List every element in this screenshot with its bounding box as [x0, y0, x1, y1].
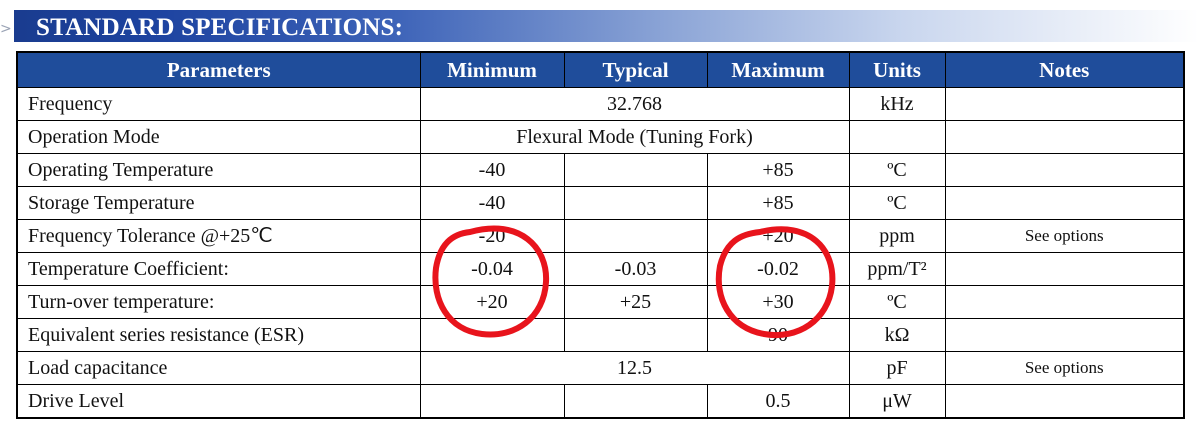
section-title: STANDARD SPECIFICATIONS:	[36, 14, 404, 41]
parameter-cell: Frequency	[16, 87, 421, 121]
notes-cell	[944, 186, 1185, 220]
table-row: Operating Temperature -40 +85 ºC	[16, 153, 1185, 187]
notes-cell	[944, 285, 1185, 319]
max-cell: +30	[706, 285, 850, 319]
specifications-table: Parameters Minimum Typical Maximum Units…	[16, 51, 1185, 419]
min-cell	[419, 384, 565, 419]
value-cell: Flexural Mode (Tuning Fork)	[419, 120, 850, 154]
max-cell: 90	[706, 318, 850, 352]
notes-cell: See options	[944, 351, 1185, 385]
parameter-cell: Drive Level	[16, 384, 421, 419]
notes-cell	[944, 252, 1185, 286]
min-cell	[419, 318, 565, 352]
max-cell: +85	[706, 153, 850, 187]
parameter-cell: Operating Temperature	[16, 153, 421, 187]
units-cell: ºC	[848, 285, 946, 319]
typ-cell	[563, 219, 708, 253]
notes-cell	[944, 87, 1185, 121]
parameter-cell: Load capacitance	[16, 351, 421, 385]
banner-arrow-icon: >	[0, 21, 12, 37]
min-cell: +20	[419, 285, 565, 319]
notes-cell	[944, 120, 1185, 154]
min-cell: -40	[419, 186, 565, 220]
value-cell: 12.5	[419, 351, 850, 385]
max-cell: +85	[706, 186, 850, 220]
typ-cell	[563, 153, 708, 187]
parameter-cell: Frequency Tolerance @+25℃	[16, 219, 421, 253]
table-row: Drive Level 0.5 μW	[16, 384, 1185, 419]
header-typical: Typical	[563, 51, 708, 88]
units-cell: kHz	[848, 87, 946, 121]
table-row: Temperature Coefficient: -0.04 -0.03 -0.…	[16, 252, 1185, 286]
banner-bar: STANDARD SPECIFICATIONS:	[14, 10, 1199, 42]
max-cell: +20	[706, 219, 850, 253]
table-row: Storage Temperature -40 +85 ºC	[16, 186, 1185, 220]
notes-cell: See options	[944, 219, 1185, 253]
units-cell: ºC	[848, 186, 946, 220]
table-row: Frequency 32.768 kHz	[16, 87, 1185, 121]
min-cell: -20	[419, 219, 565, 253]
parameter-cell: Operation Mode	[16, 120, 421, 154]
units-cell: pF	[848, 351, 946, 385]
typ-cell	[563, 384, 708, 419]
typ-cell: -0.03	[563, 252, 708, 286]
min-cell: -40	[419, 153, 565, 187]
table-row: Equivalent series resistance (ESR) 90 kΩ	[16, 318, 1185, 352]
table-header-row: Parameters Minimum Typical Maximum Units…	[16, 51, 1185, 88]
header-units: Units	[848, 51, 946, 88]
units-cell: ºC	[848, 153, 946, 187]
section-banner: > STANDARD SPECIFICATIONS:	[0, 8, 1199, 44]
typ-cell: +25	[563, 285, 708, 319]
units-cell: ppm/T²	[848, 252, 946, 286]
table-row: Load capacitance 12.5 pF See options	[16, 351, 1185, 385]
notes-cell	[944, 384, 1185, 419]
table-row: Frequency Tolerance @+25℃ -20 +20 ppm Se…	[16, 219, 1185, 253]
units-cell: μW	[848, 384, 946, 419]
notes-cell	[944, 318, 1185, 352]
parameter-cell: Storage Temperature	[16, 186, 421, 220]
units-cell	[848, 120, 946, 154]
typ-cell	[563, 186, 708, 220]
max-cell: -0.02	[706, 252, 850, 286]
min-cell: -0.04	[419, 252, 565, 286]
value-cell: 32.768	[419, 87, 850, 121]
table-row: Turn-over temperature: +20 +25 +30 ºC	[16, 285, 1185, 319]
header-maximum: Maximum	[706, 51, 850, 88]
header-parameters: Parameters	[16, 51, 421, 88]
max-cell: 0.5	[706, 384, 850, 419]
parameter-cell: Turn-over temperature:	[16, 285, 421, 319]
notes-cell	[944, 153, 1185, 187]
units-cell: ppm	[848, 219, 946, 253]
table-row: Operation Mode Flexural Mode (Tuning For…	[16, 120, 1185, 154]
typ-cell	[563, 318, 708, 352]
parameter-cell: Temperature Coefficient:	[16, 252, 421, 286]
header-notes: Notes	[944, 51, 1185, 88]
header-minimum: Minimum	[419, 51, 565, 88]
units-cell: kΩ	[848, 318, 946, 352]
parameter-cell: Equivalent series resistance (ESR)	[16, 318, 421, 352]
